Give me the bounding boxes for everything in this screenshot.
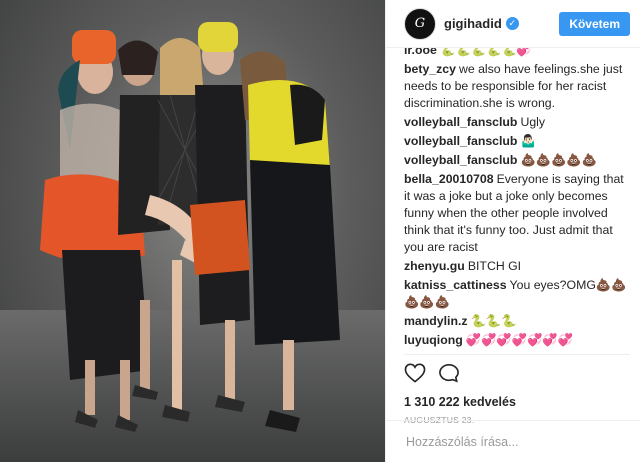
comment-username[interactable]: bety_zcy: [404, 62, 456, 76]
comment-username[interactable]: lr.ooe: [404, 48, 437, 57]
comment-username[interactable]: volleyball_fansclub: [404, 153, 517, 167]
speech-bubble-icon[interactable]: [438, 363, 460, 388]
avatar[interactable]: G: [404, 7, 436, 40]
fashion-photo-illustration: [0, 22, 385, 462]
comment-item: lr.ooe 🐍🐍🐍🐍🐍💞: [404, 48, 630, 59]
heart-icon[interactable]: [404, 363, 426, 388]
avatar-initial: G: [414, 16, 426, 31]
comment-item: katniss_cattiness You eyes?OMG💩💩💩💩💩: [404, 277, 630, 311]
comment-username[interactable]: zhenyu.gu: [404, 259, 465, 273]
post-actions: 1 310 222 kedvelés AUGUSZTUS 23.: [404, 354, 630, 425]
action-icons: [404, 363, 630, 387]
post-photo[interactable]: [0, 0, 385, 462]
comment-item: volleyball_fansclub Ugly: [404, 114, 630, 131]
comments-list[interactable]: lr.ooe 🐍🐍🐍🐍🐍💞 bety_zcy we also have feelin…: [404, 48, 630, 348]
comment-item: bella_20010708 Everyone is saying that it…: [404, 171, 630, 256]
comment-text: Ugly: [520, 115, 546, 129]
comment-item: zhenyu.gu BITCH GI: [404, 258, 630, 275]
comment-item: volleyball_fansclub 🤷🏻‍♂️: [404, 133, 630, 150]
comment-username[interactable]: katniss_cattiness: [404, 278, 507, 292]
comment-item: bety_zcy we also have feelings.she just n…: [404, 61, 630, 112]
comment-text: 🐍🐍🐍: [470, 314, 517, 328]
post-side-panel: G gigihadid ✓ Követem lr.ooe 🐍🐍🐍🐍🐍💞 bety_…: [385, 0, 640, 462]
comment-username[interactable]: volleyball_fansclub: [404, 115, 517, 129]
comment-username[interactable]: luyuqiong: [404, 333, 463, 347]
comment-text: 🐍🐍🐍🐍🐍💞: [439, 48, 532, 57]
comment-username[interactable]: mandylin.z: [404, 314, 468, 328]
comment-username[interactable]: bella_20010708: [404, 172, 494, 186]
verified-badge-icon: ✓: [505, 17, 519, 30]
post-frame: G gigihadid ✓ Követem lr.ooe 🐍🐍🐍🐍🐍💞 bety_…: [0, 0, 640, 462]
likes-count[interactable]: 1 310 222 kedvelés: [404, 395, 630, 409]
post-header: G gigihadid ✓ Követem: [386, 0, 640, 48]
follow-button[interactable]: Követem: [559, 11, 630, 36]
comment-item: volleyball_fansclub 💩💩💩💩💩: [404, 152, 630, 169]
comment-text: 💞💞💞💞💞💞💞: [465, 333, 573, 347]
add-comment-bar: [386, 420, 640, 462]
username[interactable]: gigihadid: [444, 16, 502, 31]
comment-username[interactable]: volleyball_fansclub: [404, 134, 517, 148]
comment-input[interactable]: [404, 433, 618, 450]
comment-item: mandylin.z 🐍🐍🐍: [404, 313, 630, 330]
comment-text: 🤷🏻‍♂️: [520, 134, 536, 148]
comment-text: BITCH GI: [467, 259, 522, 273]
comment-item: luyuqiong 💞💞💞💞💞💞💞: [404, 332, 630, 348]
comment-text: 💩💩💩💩💩: [520, 153, 598, 167]
